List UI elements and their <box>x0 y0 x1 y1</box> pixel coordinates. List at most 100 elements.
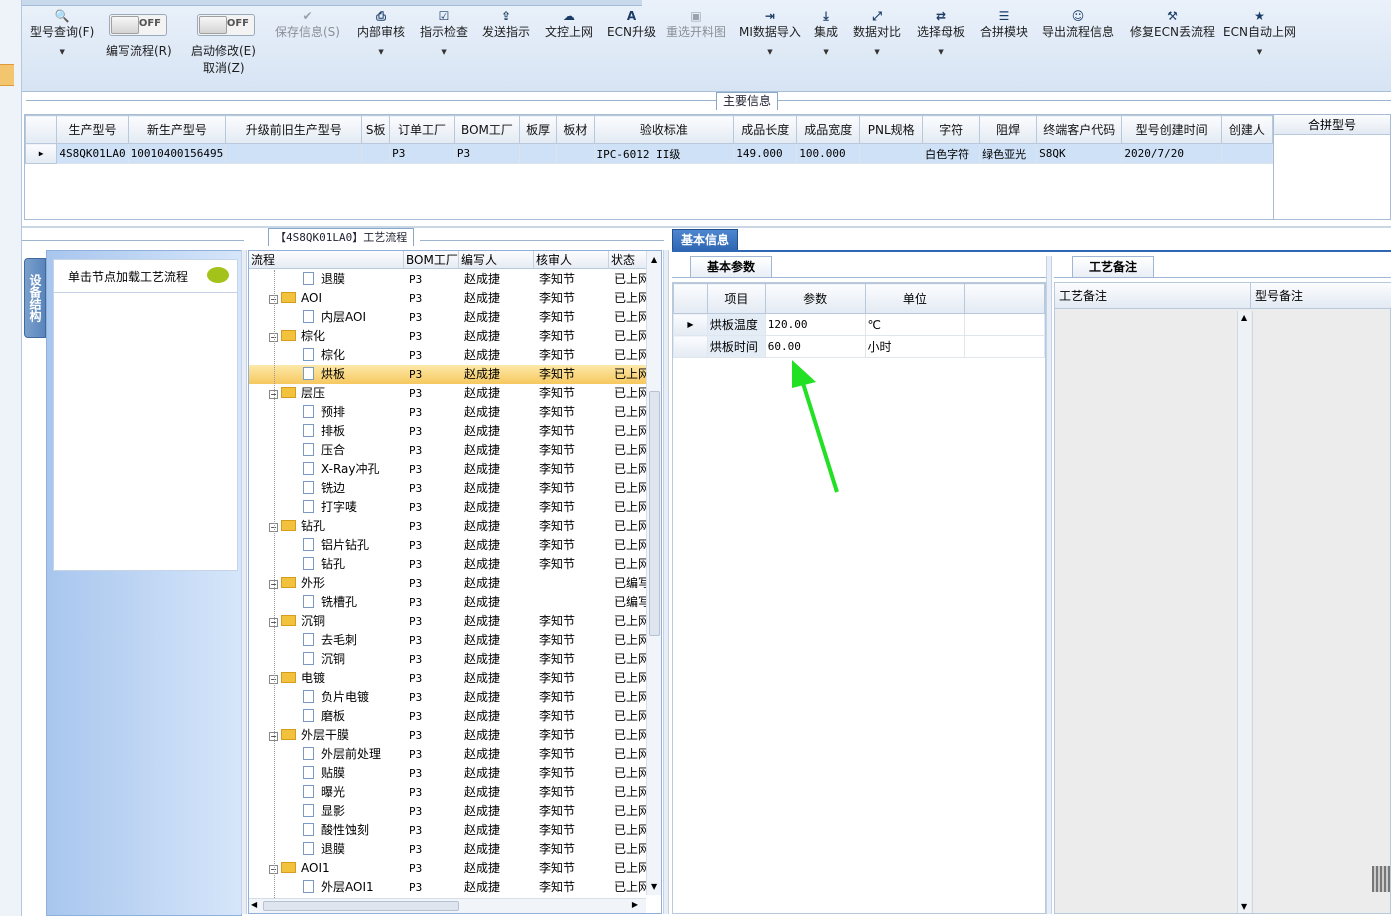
table-cell[interactable] <box>361 143 391 164</box>
middle-splitter[interactable] <box>663 250 669 914</box>
flow-hscroll-thumb[interactable] <box>263 901 459 911</box>
toolbar-button-0[interactable]: 🔍 型号查询(F) ▼ <box>30 8 94 56</box>
toolbar-button-9[interactable]: ⤓ 集成 ▼ <box>814 8 838 56</box>
tab-basic-params[interactable]: 基本参数 <box>690 256 772 278</box>
chevron-down-icon[interactable]: ▼ <box>1223 48 1296 56</box>
toggle-knob[interactable] <box>199 16 227 34</box>
toggle-switch-0[interactable]: OFF <box>109 14 167 36</box>
table-cell[interactable]: 白色字符 <box>922 143 981 164</box>
flow-row[interactable]: 退膜 P3 赵成捷 李知节 已上网 <box>249 270 647 289</box>
flow-row[interactable]: 沉铜 P3 赵成捷 李知节 已上网 <box>249 650 647 669</box>
table-cell[interactable] <box>1220 143 1273 164</box>
chevron-down-icon[interactable]: ▼ <box>357 48 405 56</box>
flow-row[interactable]: 铣槽孔 P3 赵成捷 已编写 <box>249 593 647 612</box>
chevron-down-icon[interactable]: ▼ <box>30 48 94 56</box>
param-column-header[interactable]: 参数 <box>764 283 866 314</box>
column-header[interactable]: 生产型号 <box>56 115 129 144</box>
toolbar-button-12[interactable]: ☰ 合拼模块 <box>980 8 1028 40</box>
column-header[interactable]: 字符 <box>922 115 981 144</box>
column-header[interactable]: 创建人 <box>1220 115 1273 144</box>
flow-row[interactable]: 贴膜 P3 赵成捷 李知节 已上网 <box>249 764 647 783</box>
table-cell[interactable] <box>225 143 363 164</box>
column-header[interactable]: 升级前旧生产型号 <box>225 115 363 144</box>
table-cell[interactable]: P3 <box>389 143 455 164</box>
toolbar-button-4[interactable]: ⇪ 发送指示 <box>482 8 530 40</box>
column-header[interactable]: PNL规格 <box>859 115 924 144</box>
flow-column-header[interactable]: 流程 <box>249 251 404 269</box>
right-splitter[interactable] <box>1046 256 1052 914</box>
flow-row[interactable]: 排板 P3 赵成捷 李知节 已上网 <box>249 422 647 441</box>
param-column-header[interactable]: 单位 <box>864 283 966 314</box>
column-header[interactable]: 板材 <box>556 115 595 144</box>
column-header[interactable]: 终端客户代码 <box>1036 115 1123 144</box>
chevron-down-icon[interactable]: ▼ <box>853 48 901 56</box>
flow-row[interactable]: 外层AOI1 P3 赵成捷 李知节 已上网 <box>249 878 647 897</box>
flow-row[interactable]: 铝片钻孔 P3 赵成捷 李知节 已上网 <box>249 536 647 555</box>
flow-row[interactable]: 酸性蚀刻 P3 赵成捷 李知节 已上网 <box>249 821 647 840</box>
param-value[interactable]: 120.00 <box>764 313 866 336</box>
toolbar-button-2[interactable]: ⎙ 内部审核 ▼ <box>357 8 405 56</box>
flow-row[interactable]: 棕化 P3 赵成捷 李知节 已上网 <box>249 346 647 365</box>
table-cell[interactable]: S8QK <box>1036 143 1123 164</box>
flow-row[interactable]: 负片电镀 P3 赵成捷 李知节 已上网 <box>249 688 647 707</box>
flow-row[interactable]: − 电镀 P3 赵成捷 李知节 已上网 <box>249 669 647 688</box>
param-row[interactable]: 烘板时间 60.00 小时 <box>673 335 1045 358</box>
toolbar-button-14[interactable]: ⚒ 修复ECN丢流程 <box>1130 8 1215 40</box>
flow-row[interactable]: 磨板 P3 赵成捷 李知节 已上网 <box>249 707 647 726</box>
toolbar-button-10[interactable]: ⤢ 数据对比 ▼ <box>853 8 901 56</box>
flow-row[interactable]: 曝光 P3 赵成捷 李知节 已上网 <box>249 783 647 802</box>
flow-row[interactable]: − 沉铜 P3 赵成捷 李知节 已上网 <box>249 612 647 631</box>
flow-column-header[interactable]: 核审人 <box>534 251 609 269</box>
toolbar-button-7[interactable]: ▣ 重选开料图 <box>666 8 726 40</box>
table-cell[interactable]: 10010400156495 <box>127 143 227 164</box>
scroll-up-icon[interactable]: ▲ <box>651 255 657 264</box>
column-header[interactable]: 板厚 <box>519 115 558 144</box>
flow-row[interactable]: 打字唛 P3 赵成捷 李知节 已上网 <box>249 498 647 517</box>
flow-row[interactable]: − 棕化 P3 赵成捷 李知节 已上网 <box>249 327 647 346</box>
left-splitter[interactable] <box>241 250 247 914</box>
toolbar-button-5[interactable]: ☁ 文控上网 <box>545 8 593 40</box>
flow-row[interactable]: X-Ray冲孔 P3 赵成捷 李知节 已上网 <box>249 460 647 479</box>
remarks-scrollbar[interactable]: ▲ ▼ <box>1237 311 1251 913</box>
flow-row[interactable]: − AOI P3 赵成捷 李知节 已上网 <box>249 289 647 308</box>
scroll-down-icon[interactable]: ▼ <box>651 882 657 891</box>
flow-column-header[interactable]: 编写人 <box>459 251 534 269</box>
table-cell[interactable]: 149.000 <box>733 143 798 164</box>
flow-row[interactable]: 铣边 P3 赵成捷 李知节 已上网 <box>249 479 647 498</box>
table-cell[interactable]: 绿色亚光 <box>979 143 1038 164</box>
flow-row[interactable]: 显影 P3 赵成捷 李知节 已上网 <box>249 802 647 821</box>
column-header[interactable]: S板 <box>361 115 391 144</box>
flow-row[interactable]: 预排 P3 赵成捷 李知节 已上网 <box>249 403 647 422</box>
flow-row[interactable]: − AOI1 P3 赵成捷 李知节 已上网 <box>249 859 647 878</box>
flow-row[interactable]: 内层AOI P3 赵成捷 李知节 已上网 <box>249 308 647 327</box>
table-cell[interactable] <box>859 143 924 164</box>
flow-row[interactable]: 退膜 P3 赵成捷 李知节 已上网 <box>249 840 647 859</box>
column-header[interactable]: BOM工厂 <box>453 115 521 144</box>
toolbar-button-15[interactable]: ★ ECN自动上网 ▼ <box>1223 8 1296 56</box>
flow-row[interactable]: 去毛刺 P3 赵成捷 李知节 已上网 <box>249 631 647 650</box>
flow-row[interactable]: 烘板 P3 赵成捷 李知节 已上网 <box>249 365 647 384</box>
column-header[interactable]: 订单工厂 <box>389 115 455 144</box>
column-header[interactable]: 成品长度 <box>733 115 798 144</box>
column-header[interactable]: 验收标准 <box>593 115 735 144</box>
table-cell[interactable]: IPC-6012 II级 <box>593 143 735 164</box>
chevron-down-icon[interactable]: ▼ <box>420 48 468 56</box>
table-cell[interactable]: 4S8QK01LA0 <box>56 143 129 164</box>
table-row[interactable]: ▶ 4S8QK01LA0 10010400156495 P3 P3 IPC-6012 II… <box>25 143 1273 164</box>
flow-row[interactable]: 压合 P3 赵成捷 李知节 已上网 <box>249 441 647 460</box>
chevron-down-icon[interactable]: ▼ <box>739 48 801 56</box>
flow-row[interactable]: 钻孔 P3 赵成捷 李知节 已上网 <box>249 555 647 574</box>
toolbar-button-3[interactable]: ☑ 指示检查 ▼ <box>420 8 468 56</box>
toolbar-button-6[interactable]: A ECN升级 <box>607 8 656 40</box>
flow-row[interactable]: − 层压 P3 赵成捷 李知节 已上网 <box>249 384 647 403</box>
remarks-scroll-up-icon[interactable]: ▲ <box>1241 313 1247 322</box>
flow-scroll-thumb[interactable] <box>649 391 660 636</box>
flow-row[interactable]: − 外层干膜 P3 赵成捷 李知节 已上网 <box>249 726 647 745</box>
param-row[interactable]: ▶ 烘板温度 120.00 ℃ <box>673 313 1045 336</box>
param-column-header[interactable]: 项目 <box>706 283 766 314</box>
toolbar-button-1[interactable]: ✔ 保存信息(S) <box>275 8 340 40</box>
toggle-switch-1[interactable]: OFF <box>197 14 255 36</box>
tab-equipment-structure[interactable]: 设备结构 <box>24 258 46 338</box>
flow-column-header[interactable]: 状态 <box>609 251 647 269</box>
column-header[interactable]: 型号创建时间 <box>1121 115 1222 144</box>
